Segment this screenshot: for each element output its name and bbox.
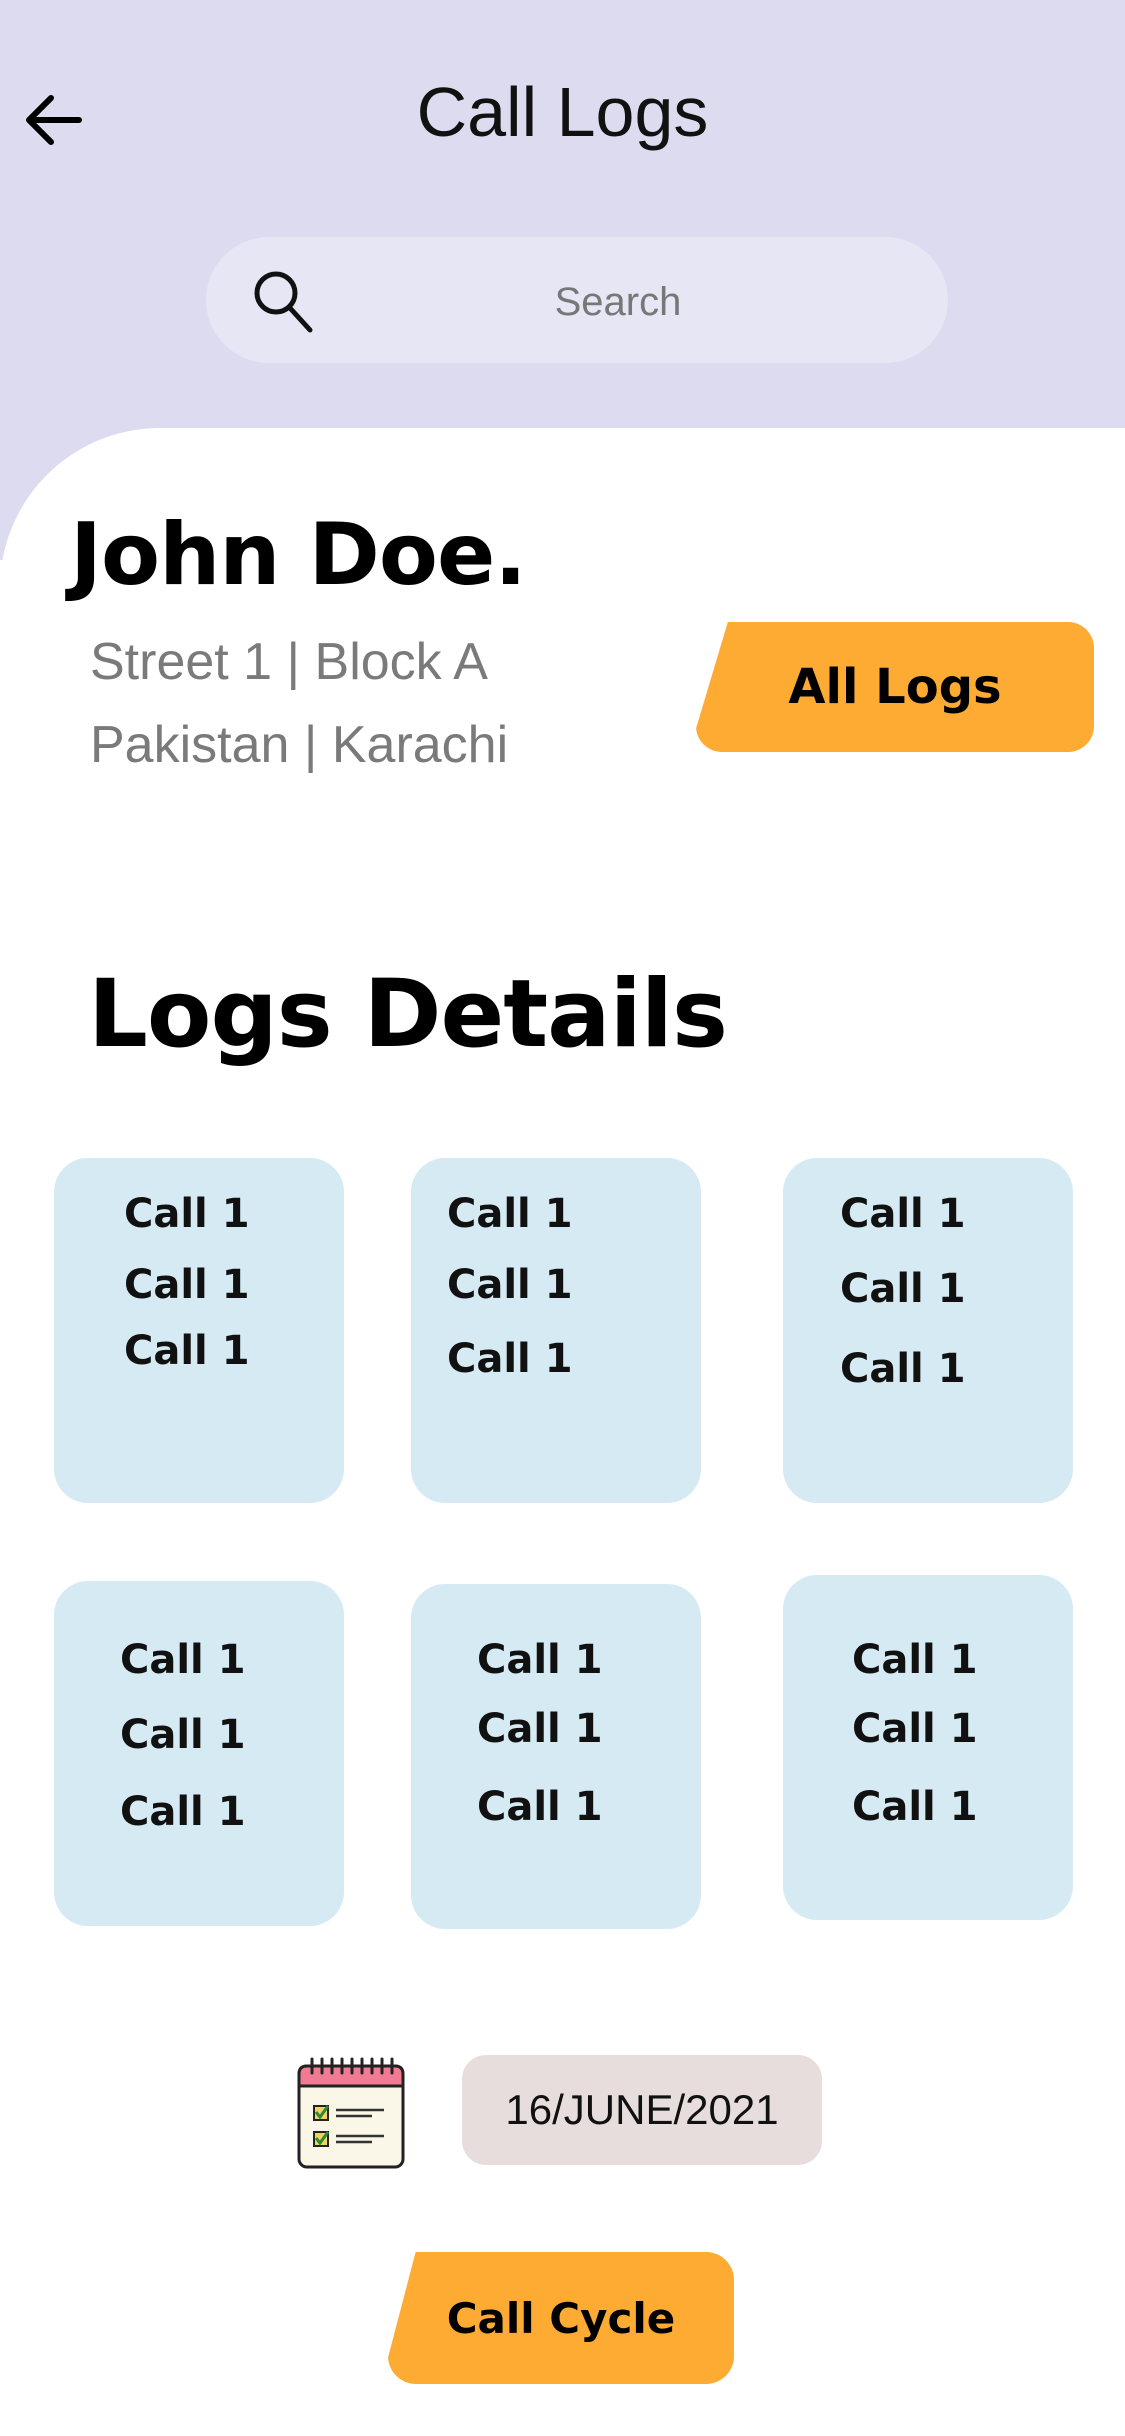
log-card[interactable]: Call 1 Call 1 Call 1 bbox=[411, 1158, 701, 1503]
all-logs-button[interactable]: All Logs bbox=[696, 622, 1094, 752]
log-line: Call 1 bbox=[852, 1784, 978, 1830]
log-line: Call 1 bbox=[124, 1191, 250, 1237]
log-line: Call 1 bbox=[120, 1637, 246, 1683]
log-line: Call 1 bbox=[120, 1789, 246, 1835]
date-selector[interactable]: 16/JUNE/2021 bbox=[462, 2055, 822, 2165]
log-card[interactable]: Call 1 Call 1 Call 1 bbox=[411, 1584, 701, 1929]
search-bar[interactable] bbox=[206, 237, 948, 363]
log-line: Call 1 bbox=[447, 1262, 573, 1308]
log-card[interactable]: Call 1 Call 1 Call 1 bbox=[783, 1158, 1073, 1503]
call-cycle-button[interactable]: Call Cycle bbox=[388, 2252, 734, 2384]
log-line: Call 1 bbox=[124, 1262, 250, 1308]
log-line: Call 1 bbox=[840, 1266, 966, 1312]
search-icon bbox=[254, 271, 313, 333]
log-card[interactable]: Call 1 Call 1 Call 1 bbox=[54, 1581, 344, 1926]
log-line: Call 1 bbox=[477, 1637, 603, 1683]
calendar-checklist-icon bbox=[297, 2057, 405, 2169]
log-line: Call 1 bbox=[840, 1191, 966, 1237]
logs-details-title: Logs Details bbox=[88, 960, 728, 1069]
contact-name: John Doe. bbox=[70, 505, 527, 605]
log-line: Call 1 bbox=[447, 1336, 573, 1382]
search-input[interactable] bbox=[366, 263, 870, 341]
log-line: Call 1 bbox=[447, 1191, 573, 1237]
page-title: Call Logs bbox=[416, 73, 709, 151]
log-card[interactable]: Call 1 Call 1 Call 1 bbox=[54, 1158, 344, 1503]
log-line: Call 1 bbox=[852, 1706, 978, 1752]
log-line: Call 1 bbox=[124, 1328, 250, 1374]
log-line: Call 1 bbox=[477, 1784, 603, 1830]
address-line-2: Pakistan | Karachi bbox=[90, 716, 509, 774]
log-line: Call 1 bbox=[852, 1637, 978, 1683]
log-card[interactable]: Call 1 Call 1 Call 1 bbox=[783, 1575, 1073, 1920]
log-line: Call 1 bbox=[120, 1712, 246, 1758]
log-line: Call 1 bbox=[840, 1346, 966, 1392]
log-line: Call 1 bbox=[477, 1706, 603, 1752]
address-line-1: Street 1 | Block A bbox=[90, 633, 488, 691]
